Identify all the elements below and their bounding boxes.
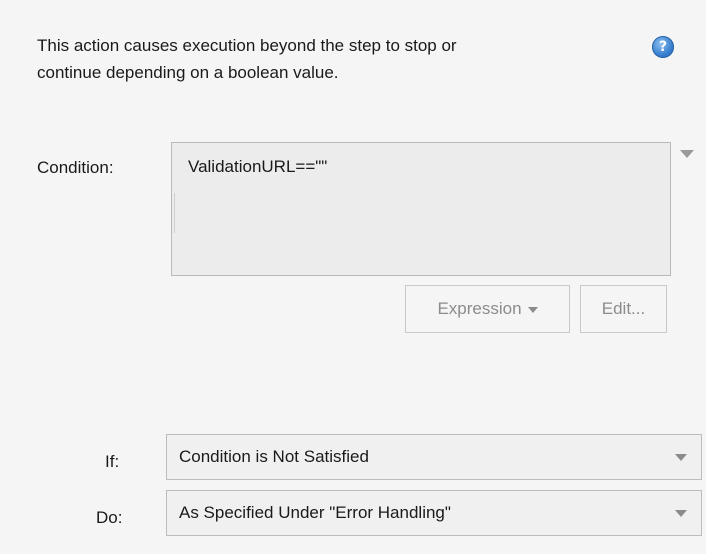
help-icon[interactable]: ? <box>652 36 674 58</box>
condition-label: Condition: <box>37 158 114 177</box>
chevron-down-icon <box>675 453 687 461</box>
if-label: If: <box>105 452 120 471</box>
condition-menu-dropdown-icon[interactable] <box>680 150 694 158</box>
chevron-down-icon <box>675 509 687 517</box>
condition-action-panel: This action causes execution beyond the … <box>0 0 706 554</box>
do-select-value: As Specified Under "Error Handling" <box>179 503 451 522</box>
edit-button[interactable]: Edit... <box>580 285 667 333</box>
help-glyph: ? <box>658 39 668 55</box>
action-description: This action causes execution beyond the … <box>37 32 617 86</box>
description-line-1: This action causes execution beyond the … <box>37 36 457 55</box>
do-label: Do: <box>96 508 123 527</box>
expression-button-label: Expression <box>437 299 522 318</box>
expression-button[interactable]: Expression <box>405 285 570 333</box>
chevron-down-icon <box>527 307 538 313</box>
condition-expression-field[interactable]: ValidationURL=="" <box>171 142 671 276</box>
edit-button-label: Edit... <box>601 299 646 318</box>
condition-expression-value: ValidationURL=="" <box>188 157 328 176</box>
description-line-2: continue depending on a boolean value. <box>37 63 339 82</box>
if-select-value: Condition is Not Satisfied <box>179 447 369 466</box>
if-select[interactable]: Condition is Not Satisfied <box>166 434 702 480</box>
do-select[interactable]: As Specified Under "Error Handling" <box>166 490 702 536</box>
